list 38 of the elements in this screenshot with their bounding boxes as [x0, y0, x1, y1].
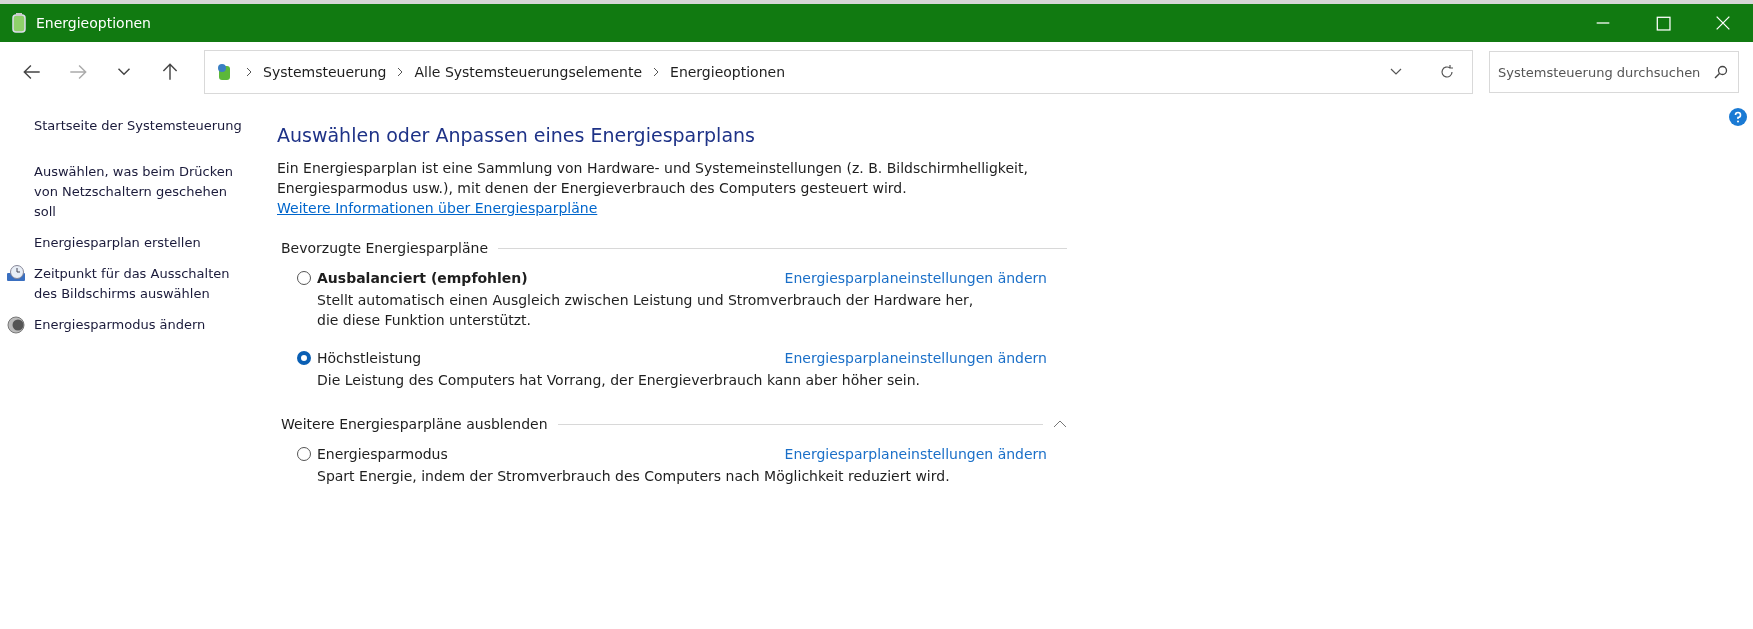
chevron-right-icon: [245, 67, 253, 77]
battery-icon: [10, 12, 28, 34]
radio-button[interactable]: [297, 351, 311, 365]
chevron-up-icon[interactable]: [1053, 419, 1067, 429]
plan-name[interactable]: Höchstleistung: [317, 350, 422, 366]
plan-settings-link[interactable]: Energiesparplaneinstellungen ändern: [784, 270, 1047, 286]
sidebar-link[interactable]: Auswählen, was beim Drücken von Netzschaltern geschehen soll: [34, 162, 244, 222]
clock-icon: [6, 264, 26, 284]
moon-icon: [6, 315, 26, 335]
intro-paragraph: Ein Energiesparplan ist eine Sammlung von Hardware- und Systemeinstellungen (z. B. Bildschirmhelligkeit, Energiesparmodus usw.), mit denen der Energieverbrauch des Computers gesteuert wird. Weitere Informationen über Energiesparpläne: [277, 159, 1029, 218]
sidebar-link[interactable]: Startseite der Systemsteuerung: [34, 116, 242, 136]
search-field[interactable]: Systemsteuerung durchsuchen: [1489, 51, 1739, 93]
section-heading: Bevorzugte Energiesparpläne: [281, 240, 489, 256]
sidebar-link[interactable]: Energiesparmodus ändern: [34, 315, 206, 335]
radio-button[interactable]: [297, 271, 311, 285]
sidebar-link[interactable]: Energiesparplan erstellen: [34, 233, 201, 253]
more-info-link[interactable]: Weitere Informationen über Energiesparpläne: [277, 200, 598, 216]
page-heading: Auswählen oder Anpassen eines Energiesparplans: [277, 124, 756, 146]
window-title: Energieoptionen: [36, 15, 151, 31]
help-icon[interactable]: [1729, 108, 1747, 126]
plan-name[interactable]: Ausbalanciert (empfohlen): [317, 270, 528, 286]
sidebar-link[interactable]: Zeitpunkt für das Ausschalten des Bildschirms auswählen: [34, 264, 244, 304]
section-toggle[interactable]: Weitere Energiesparpläne ausblenden: [281, 416, 548, 432]
chevron-right-icon: [396, 67, 405, 77]
plan-description: Spart Energie, indem der Stromverbrauch des Computers nach Möglichkeit reduziert wird.: [316, 467, 951, 486]
search-icon[interactable]: [1713, 64, 1729, 80]
plan-description: Stellt automatisch einen Ausgleich zwischen Leistung und Stromverbrauch der Hardware her, die diese Funktion unterstützt.: [316, 291, 975, 330]
breadcrumb-item[interactable]: Energieoptionen: [670, 64, 786, 80]
plan-settings-link[interactable]: Energiesparplaneinstellungen ändern: [784, 350, 1047, 366]
chevron-right-icon: [652, 67, 661, 77]
radio-button[interactable]: [297, 447, 311, 461]
breadcrumb-item[interactable]: Alle Systemsteuerungselemente: [414, 64, 643, 80]
plan-settings-link[interactable]: Energiesparplaneinstellungen ändern: [784, 446, 1047, 462]
breadcrumb-item[interactable]: Systemsteuerung: [263, 64, 387, 80]
address-bar[interactable]: Systemsteuerung Alle Systemsteuerungselemente Energieoptionen: [204, 50, 1473, 94]
plan-name[interactable]: Energiesparmodus: [317, 446, 448, 462]
plan-description: Die Leistung des Computers hat Vorrang, der Energieverbrauch kann aber höher sein.: [316, 371, 922, 390]
refresh-icon[interactable]: [1438, 63, 1456, 81]
